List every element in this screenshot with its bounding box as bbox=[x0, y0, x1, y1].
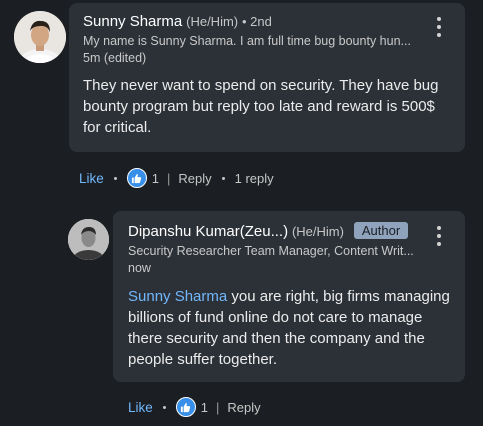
reply-reaction-count[interactable]: 1 bbox=[201, 400, 208, 415]
comment-thread: Sunny Sharma (He/Him) • 2nd My name is S… bbox=[0, 0, 483, 426]
reply-author-pronouns: (He/Him) bbox=[291, 224, 344, 239]
separator-bar: | bbox=[216, 399, 220, 415]
comment-author-pronouns: (He/Him) bbox=[186, 14, 239, 29]
separator-bar: | bbox=[167, 170, 171, 186]
thumbs-up-reaction-icon[interactable] bbox=[175, 397, 196, 417]
comment-replies-count[interactable]: 1 reply bbox=[235, 171, 274, 186]
reply-text: Sunny Sharma you are right, big firms ma… bbox=[128, 286, 454, 370]
comment-actions: Like 1 | Reply 1 reply bbox=[79, 168, 274, 188]
reply-actions: Like 1 | Reply bbox=[128, 397, 261, 417]
comment-connection-degree: • 2nd bbox=[242, 14, 272, 29]
author-badge: Author bbox=[353, 222, 409, 239]
comment-timestamp: 5m (edited) bbox=[83, 51, 147, 65]
more-options-icon[interactable] bbox=[435, 225, 443, 247]
avatar-dipanshu-kumar[interactable] bbox=[68, 219, 109, 260]
separator-dot bbox=[162, 405, 166, 409]
separator-dot bbox=[113, 176, 117, 180]
separator-dot bbox=[221, 176, 225, 180]
reply-author-name[interactable]: Dipanshu Kumar(Zeu...) bbox=[128, 223, 288, 240]
comment-author-name[interactable]: Sunny Sharma bbox=[83, 13, 182, 30]
comment-author-headline: My name is Sunny Sharma. I am full time … bbox=[83, 34, 411, 48]
avatar-sunny-sharma[interactable] bbox=[14, 11, 66, 63]
more-options-icon[interactable] bbox=[435, 16, 443, 38]
comment-author-line: Sunny Sharma (He/Him) • 2nd bbox=[83, 13, 272, 30]
reply-author-headline: Security Researcher Team Manager, Conten… bbox=[128, 244, 414, 258]
mention-link[interactable]: Sunny Sharma bbox=[128, 288, 227, 305]
reply-reply-button[interactable]: Reply bbox=[227, 400, 260, 415]
reply-timestamp: now bbox=[128, 261, 151, 275]
reply-like-button[interactable]: Like bbox=[128, 400, 153, 415]
thumbs-up-reaction-icon[interactable] bbox=[126, 168, 147, 188]
comment-like-button[interactable]: Like bbox=[79, 171, 104, 186]
comment-reply-button[interactable]: Reply bbox=[178, 171, 211, 186]
comment-reaction-count[interactable]: 1 bbox=[152, 171, 159, 186]
reply-author-line: Dipanshu Kumar(Zeu...) (He/Him) Author bbox=[128, 222, 409, 240]
comment-text: They never want to spend on security. Th… bbox=[83, 77, 439, 136]
